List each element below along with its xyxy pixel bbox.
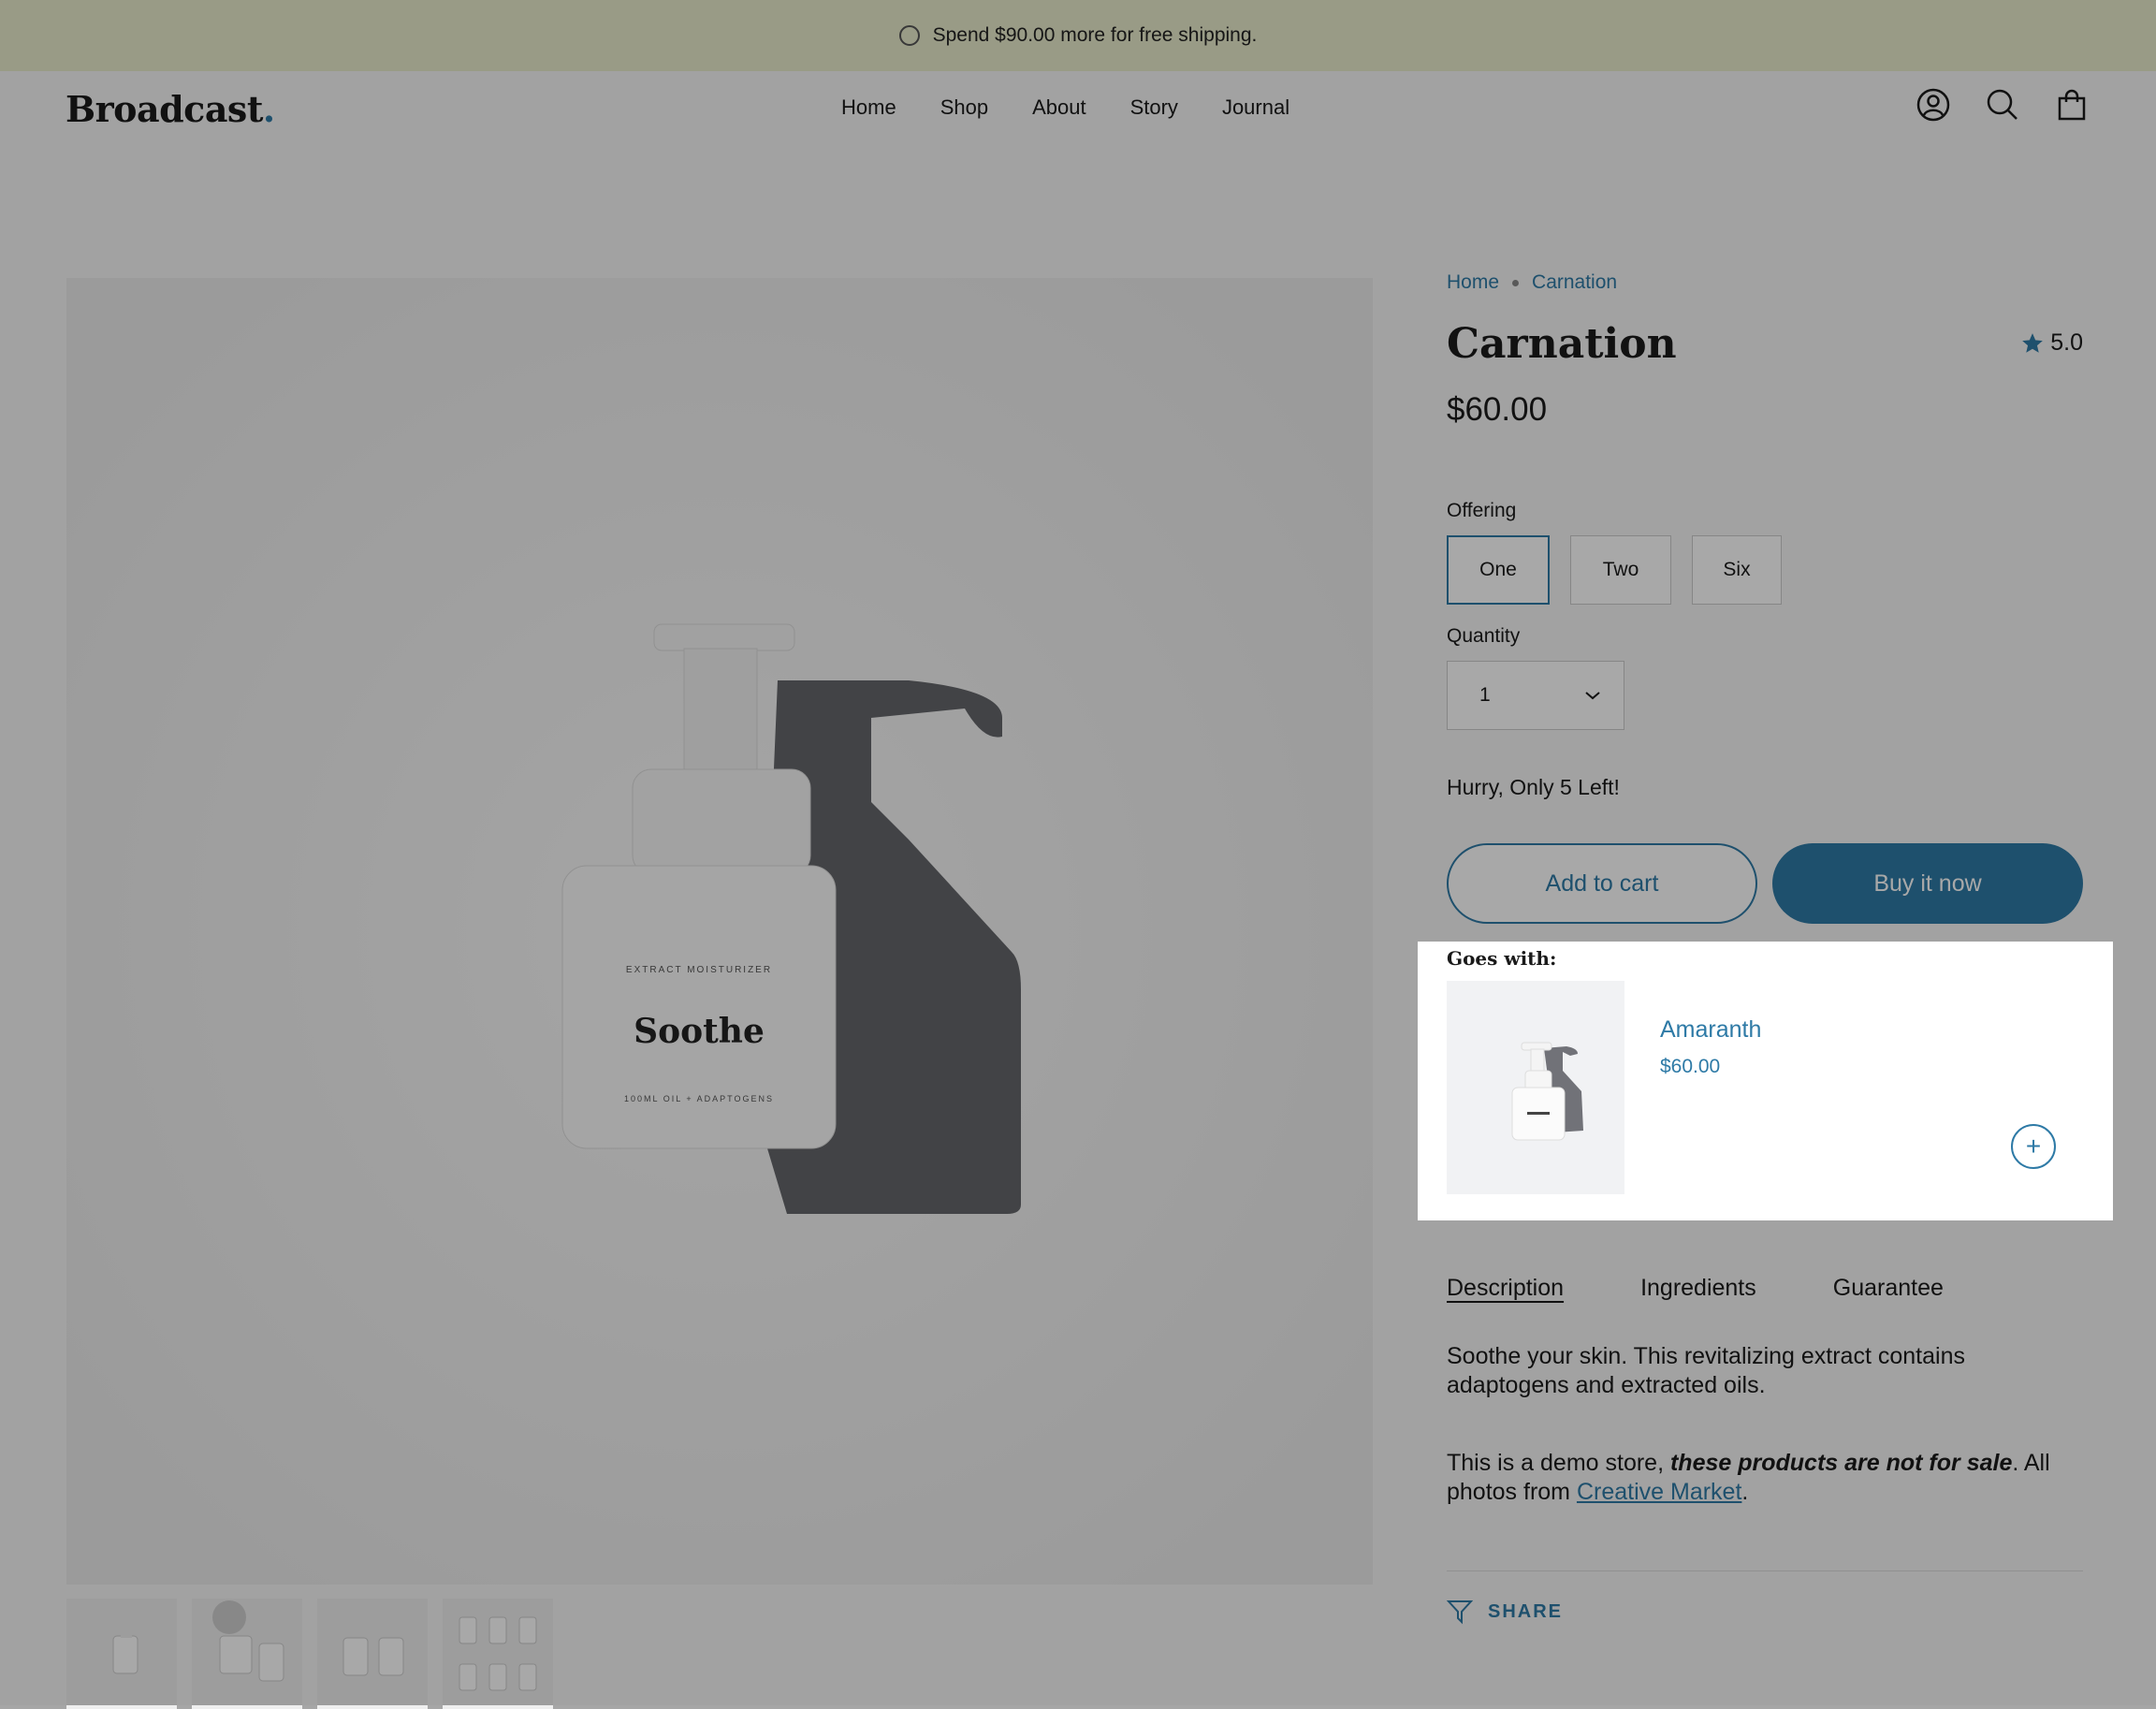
goes-with-product-price: $60.00 <box>1660 1056 1721 1077</box>
plus-icon: + <box>2025 1132 2042 1161</box>
goes-with-popover: Goes with: Amaranth $60.00 + <box>1418 942 2113 1220</box>
dim-overlay[interactable] <box>0 0 2156 1705</box>
goes-with-product-name[interactable]: Amaranth <box>1660 1016 1761 1044</box>
add-goes-with-button[interactable]: + <box>2011 1124 2056 1169</box>
goes-with-product-image[interactable] <box>1447 981 1624 1194</box>
goes-with-label: Goes with: <box>1447 947 1557 970</box>
